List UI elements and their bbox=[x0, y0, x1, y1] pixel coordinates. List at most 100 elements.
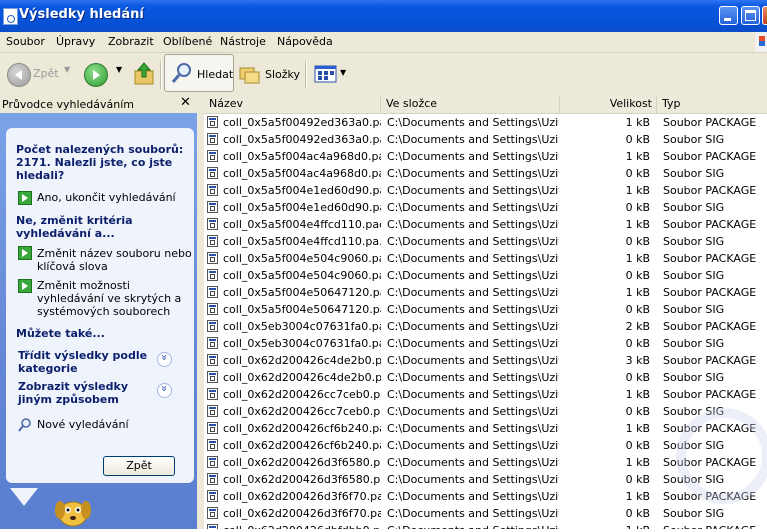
table-row[interactable]: coll_0x5a5f004e504c9060.pa... C:\Document… bbox=[204, 250, 767, 267]
table-row[interactable]: coll_0x5a5f004e504c9060.pa... C:\Document… bbox=[204, 267, 767, 284]
file-icon bbox=[207, 371, 218, 383]
cell-size: 1 kB bbox=[625, 490, 650, 503]
change-options-link-line3[interactable]: systémových souborech bbox=[37, 305, 170, 318]
cell-folder: C:\Documents and Settings\Uziv... bbox=[387, 235, 559, 248]
cell-name: coll_0x5a5f004e504c9060.pa... bbox=[223, 252, 381, 265]
sort-results-line1[interactable]: Třídit výsledky podle bbox=[18, 349, 147, 362]
column-header-type[interactable]: Typ bbox=[657, 95, 767, 113]
list-header: Název Ve složce Velikost Typ bbox=[204, 95, 767, 114]
change-name-link-line2[interactable]: klíčová slova bbox=[37, 260, 108, 273]
window-title: Výsledky hledání bbox=[19, 7, 144, 22]
table-row[interactable]: coll_0x5a5f004e50647120.pa... C:\Document… bbox=[204, 284, 767, 301]
cell-type: Soubor SIG bbox=[663, 201, 725, 214]
search-button[interactable]: Hledat bbox=[164, 54, 234, 92]
cell-folder: C:\Documents and Settings\Uziv... bbox=[387, 439, 559, 452]
panel-splitter[interactable] bbox=[197, 95, 204, 529]
file-icon bbox=[207, 116, 218, 128]
table-row[interactable]: coll_0x5a5f004e4ffcd110.pa... C:\Document… bbox=[204, 233, 767, 250]
table-row[interactable]: coll_0x62d200426d3f6f70.pa... C:\Document… bbox=[204, 505, 767, 522]
cell-name: coll_0x62d200426d3f6580.pa... bbox=[223, 456, 381, 469]
table-row[interactable]: coll_0x62d200426c4de2b0.pa... C:\Document… bbox=[204, 352, 767, 369]
cell-size: 1 kB bbox=[625, 456, 650, 469]
cell-folder: C:\Documents and Settings\Uziv... bbox=[387, 320, 559, 333]
table-row[interactable]: coll_0x5eb3004c07631fa0.pa... C:\Document… bbox=[204, 335, 767, 352]
table-row[interactable]: coll_0x62d200426cc7ceb0.pa... C:\Document… bbox=[204, 403, 767, 420]
cell-size: 1 kB bbox=[625, 184, 650, 197]
watermark-circle bbox=[676, 408, 767, 504]
table-row[interactable]: coll_0x5a5f004e4ffcd110.pac... C:\Documen… bbox=[204, 216, 767, 233]
magnifier-icon bbox=[171, 63, 191, 83]
green-arrow-icon bbox=[18, 279, 32, 293]
menu-oblibene[interactable]: Oblíbené bbox=[163, 35, 212, 48]
maximize-button[interactable] bbox=[741, 6, 760, 25]
cell-size: 0 kB bbox=[625, 269, 650, 282]
change-options-link-line1[interactable]: Změnit možnosti bbox=[37, 279, 130, 292]
cell-type: Soubor PACKAGE bbox=[663, 286, 757, 299]
menu-zobrazit[interactable]: Zobrazit bbox=[108, 35, 154, 48]
folders-icon bbox=[239, 67, 260, 84]
back-button-panel[interactable]: Zpět bbox=[103, 456, 175, 476]
close-button[interactable] bbox=[762, 6, 767, 25]
folders-button[interactable] bbox=[239, 64, 261, 84]
table-row[interactable]: coll_0x5a5f00492ed363a0.pa... C:\Document… bbox=[204, 131, 767, 148]
back-button[interactable] bbox=[7, 63, 31, 87]
cell-type: Soubor PACKAGE bbox=[663, 522, 767, 529]
file-icon bbox=[207, 354, 218, 366]
table-row[interactable]: coll_0x5eb3004c07631fa0.pa... C:\Document… bbox=[204, 318, 767, 335]
table-row[interactable]: coll_0x5a5f004ac4a968d0.pa... C:\Document… bbox=[204, 165, 767, 182]
expand-chevron-icon[interactable] bbox=[157, 352, 172, 367]
table-row[interactable]: coll_0x5a5f004e1ed60d90.pa... C:\Document… bbox=[204, 199, 767, 216]
menu-nastroje[interactable]: Nástroje bbox=[220, 35, 266, 48]
close-panel-icon[interactable]: ✕ bbox=[180, 95, 191, 110]
view-results-line2[interactable]: jiným způsobem bbox=[18, 393, 119, 406]
menu-napoveda[interactable]: Nápověda bbox=[277, 35, 333, 48]
up-folder-button[interactable] bbox=[133, 61, 157, 87]
folders-label[interactable]: Složky bbox=[265, 68, 300, 81]
change-name-link-line1[interactable]: Změnit název souboru nebo bbox=[37, 247, 192, 260]
cell-size: 3 kB bbox=[625, 354, 650, 367]
finish-search-link[interactable]: Ano, ukončit vyhledávání bbox=[37, 191, 176, 204]
cell-size: 1 kB bbox=[625, 388, 650, 401]
cell-type: Soubor PACKAGE bbox=[663, 150, 757, 163]
table-row[interactable]: coll_0x5a5f004e50647120.pa... C:\Document… bbox=[204, 301, 767, 318]
views-dropdown-icon[interactable]: ▼ bbox=[340, 68, 346, 77]
cell-size: 0 kB bbox=[625, 337, 650, 350]
cell-type: Soubor PACKAGE bbox=[663, 354, 757, 367]
column-header-folder[interactable]: Ve složce bbox=[381, 95, 560, 113]
table-row[interactable]: coll_0x5a5f004e1ed60d90.pa... C:\Document… bbox=[204, 182, 767, 199]
menu-upravy[interactable]: Úpravy bbox=[56, 35, 95, 48]
cell-size: 1 kB bbox=[625, 286, 650, 299]
table-row[interactable]: coll_0x5a5f00492ed363a0.pa... C:\Document… bbox=[204, 114, 767, 131]
title-bar[interactable]: Výsledky hledání bbox=[0, 0, 767, 32]
back-dropdown-icon[interactable]: ▼ bbox=[64, 65, 70, 74]
minimize-button[interactable] bbox=[719, 6, 738, 25]
cell-type: Soubor SIG bbox=[663, 167, 725, 180]
forward-button[interactable] bbox=[84, 63, 108, 87]
table-row[interactable]: coll_0x62d200426d3f6f70.pa... C:\Document… bbox=[204, 488, 767, 505]
change-options-link-line2[interactable]: vyhledávání ve skrytých a bbox=[37, 292, 181, 305]
cell-name: coll_0x5a5f00492ed363a0.pa... bbox=[223, 116, 381, 129]
views-button[interactable]: ▼ bbox=[314, 64, 348, 86]
back-label[interactable]: Zpět bbox=[33, 67, 59, 80]
table-row[interactable]: coll_0x5a5f004ac4a968d0.pa... C:\Document… bbox=[204, 148, 767, 165]
forward-dropdown-icon[interactable]: ▼ bbox=[116, 65, 122, 74]
expand-chevron-icon[interactable] bbox=[157, 383, 172, 398]
view-results-line1[interactable]: Zobrazit výsledky bbox=[18, 380, 128, 393]
file-icon bbox=[207, 524, 218, 529]
column-header-name[interactable]: Název bbox=[204, 95, 381, 113]
menu-soubor[interactable]: Soubor bbox=[6, 35, 45, 48]
cell-name: coll_0x62d200426cf6b240.pa... bbox=[223, 439, 381, 452]
search-results-window-icon[interactable] bbox=[3, 8, 18, 25]
also-heading: Můžete také... bbox=[16, 327, 105, 340]
column-header-size[interactable]: Velikost bbox=[560, 95, 657, 113]
new-search-link[interactable]: Nové vyledávání bbox=[37, 418, 129, 431]
sort-results-line2[interactable]: kategorie bbox=[18, 362, 78, 375]
forward-arrow-icon bbox=[93, 70, 100, 80]
cell-name: coll_0x62d200426c4de2b0.pa... bbox=[223, 354, 381, 367]
cell-name: coll_0x5a5f004e1ed60d90.pa... bbox=[223, 201, 381, 214]
result-count-line1: Počet nalezených souborů: bbox=[16, 143, 184, 156]
table-row[interactable]: coll_0x62d200426cc7ceb0.pa... C:\Document… bbox=[204, 386, 767, 403]
search-dog-icon[interactable] bbox=[50, 492, 96, 532]
table-row[interactable]: coll_0x62d200426dbfdbb0.pa... C:\Document… bbox=[204, 522, 767, 529]
table-row[interactable]: coll_0x62d200426c4de2b0.pa... C:\Document… bbox=[204, 369, 767, 386]
